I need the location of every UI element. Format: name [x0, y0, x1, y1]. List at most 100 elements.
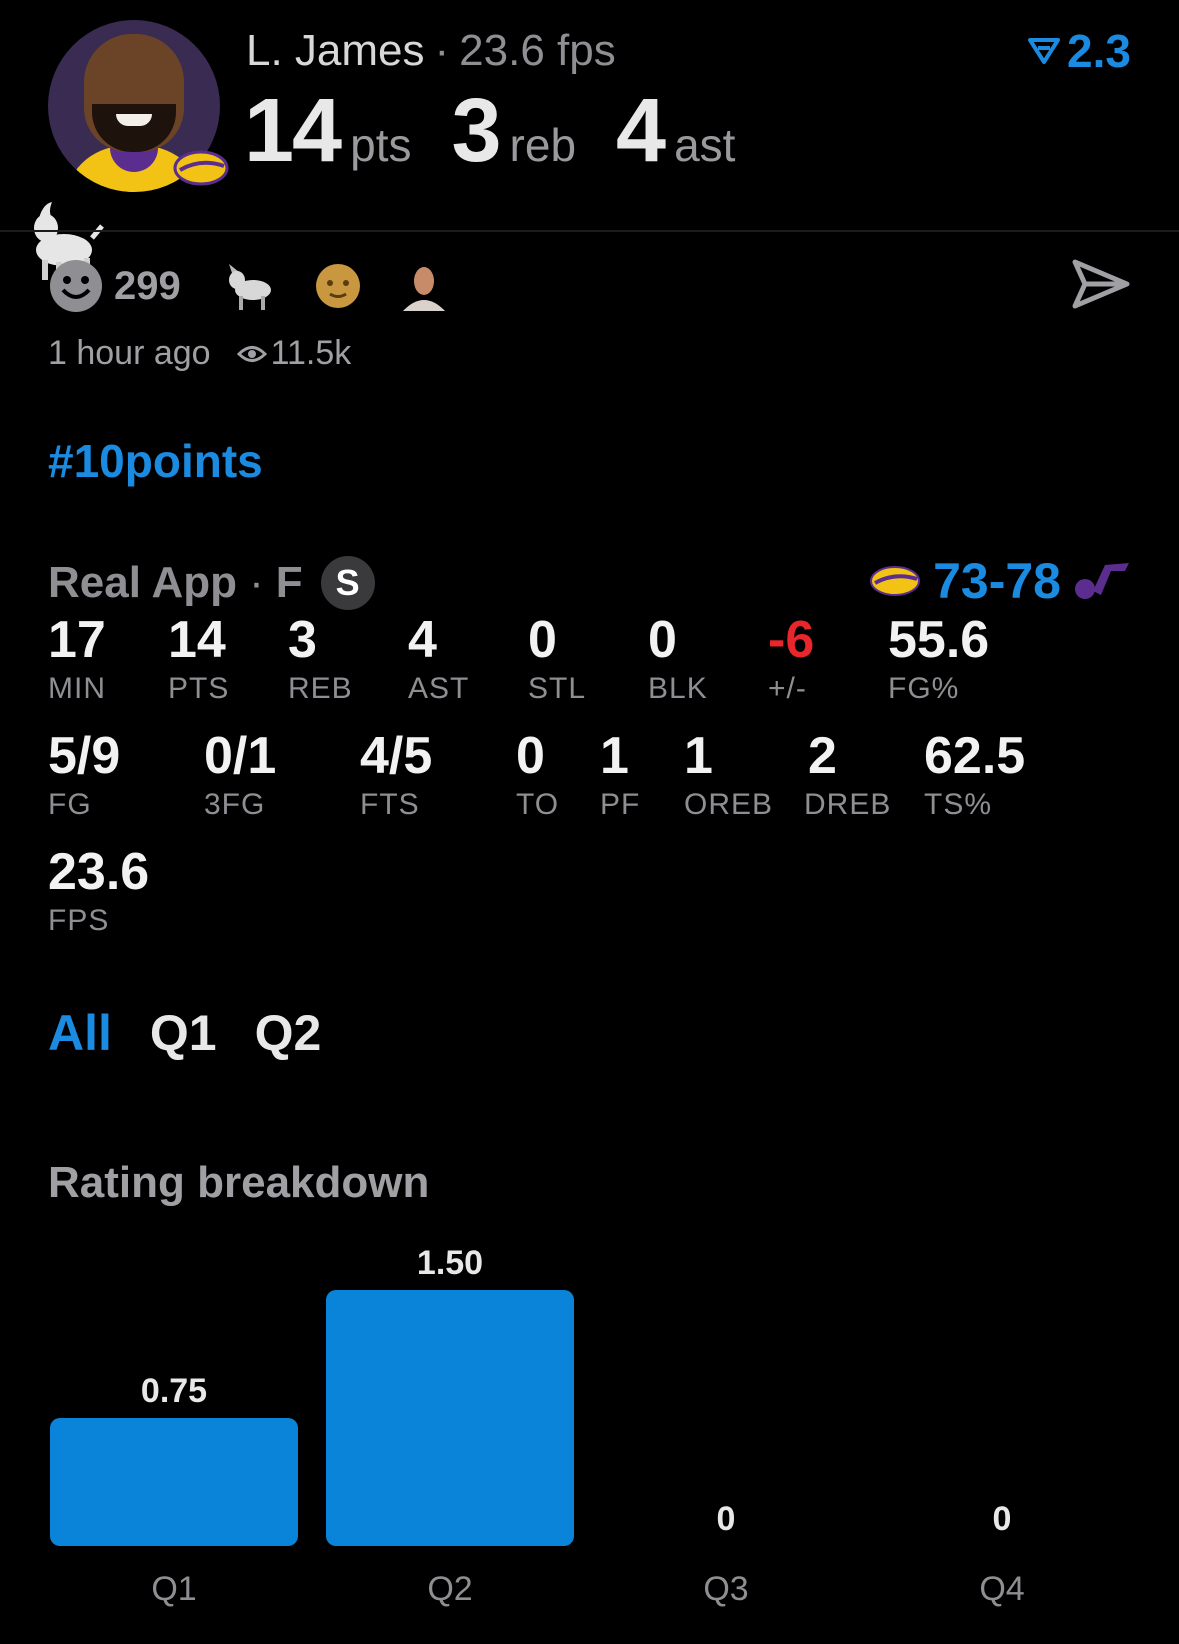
score-text: 73-78: [933, 553, 1061, 609]
stat-value: 0: [516, 727, 545, 785]
bar-q2[interactable]: [326, 1290, 574, 1546]
stat-value: 5/9: [48, 727, 121, 785]
stat-value: 0: [648, 611, 677, 669]
stat-value: 17: [48, 611, 106, 669]
stat-label: STL: [528, 672, 587, 705]
stat-label: BLK: [648, 672, 708, 705]
game-score[interactable]: 73-78: [867, 552, 1131, 610]
category-label: Q4: [979, 1570, 1024, 1608]
stat-pf: 1 PF: [600, 730, 640, 822]
stat-ast: 4 AST: [408, 614, 469, 706]
starter-badge: S: [320, 556, 375, 610]
stat-label: TO: [516, 788, 560, 821]
stat-label: REB: [288, 672, 353, 705]
assists-unit: ast: [674, 119, 736, 171]
rating-indicator[interactable]: 2.3: [1027, 24, 1131, 78]
period-tabs: All Q1 Q2: [48, 1004, 321, 1062]
jazz-logo-icon: [1075, 563, 1129, 599]
goat-emoji-icon[interactable]: [221, 258, 277, 314]
player-position: F: [275, 558, 303, 607]
bar-q1[interactable]: [50, 1418, 298, 1546]
stat-value: -6: [768, 611, 815, 669]
bar-value-label: 0: [717, 1500, 736, 1538]
stat-value: 4: [408, 611, 437, 669]
stat-value: 0: [528, 611, 557, 669]
person-photo-icon[interactable]: [398, 261, 449, 311]
header-divider: [0, 230, 1179, 232]
post-meta: 1 hour ago 11.5k: [48, 334, 351, 373]
stat-fg: 5/9 FG: [48, 730, 120, 822]
stat-label: FTS: [360, 788, 420, 821]
stat-plus-minus: -6 +/-: [768, 614, 814, 706]
stat-value: 23.6: [48, 843, 150, 901]
eye-icon: [236, 345, 267, 362]
rebounds-unit: reb: [509, 119, 577, 171]
filter-triangle-icon: [1028, 38, 1061, 64]
old-man-emoji-icon[interactable]: [313, 261, 363, 311]
fps-summary: 23.6 fps: [459, 26, 616, 75]
stat-label: FG: [48, 788, 92, 821]
stat-value: 2: [808, 727, 837, 785]
stat-label: DREB: [804, 788, 892, 821]
bar-value-label: 0: [993, 1500, 1012, 1538]
stat-reb: 3 REB: [288, 614, 353, 706]
game-source-row: Real App · F S: [48, 556, 375, 610]
lakers-logo-icon: [870, 566, 921, 596]
points-value: 14: [244, 81, 342, 181]
stat-dreb: 2 DREB: [804, 730, 891, 822]
stat-value: 55.6: [888, 611, 990, 669]
points-unit: pts: [350, 119, 412, 171]
view-count: 11.5k: [270, 334, 352, 372]
tab-q1[interactable]: Q1: [150, 1004, 217, 1062]
source-name: Real App: [48, 558, 238, 607]
stat-min: 17 MIN: [48, 614, 106, 706]
stat-value: 1: [600, 727, 629, 785]
stat-to: 0 TO: [516, 730, 559, 822]
stat-fts: 4/5 FTS: [360, 730, 432, 822]
hashtag-link[interactable]: #10points: [48, 434, 263, 488]
stat-label: TS%: [924, 788, 993, 821]
stat-pts: 14 PTS: [168, 614, 229, 706]
rating-value: 2.3: [1067, 25, 1131, 77]
stat-blk: 0 BLK: [648, 614, 708, 706]
time-ago: 1 hour ago: [48, 334, 211, 372]
send-share-icon[interactable]: [1071, 258, 1131, 310]
player-name[interactable]: L. James: [246, 26, 425, 75]
team-logo-icon: [173, 150, 229, 186]
stat-stl: 0 STL: [528, 614, 586, 706]
stat-label: 3FG: [204, 788, 266, 821]
rating-breakdown-title: Rating breakdown: [48, 1158, 430, 1207]
stat-label: MIN: [48, 672, 106, 705]
rating-breakdown-chart: 0.75 Q1 1.50 Q2 0 Q3 0 Q4: [50, 1244, 1025, 1608]
tab-q2[interactable]: Q2: [255, 1004, 322, 1062]
stat-value: 62.5: [924, 727, 1026, 785]
headline-statline: 14 pts 3 reb 4 ast: [244, 80, 775, 183]
stat-value: 4/5: [360, 727, 433, 785]
reaction-count: 299: [114, 263, 181, 308]
bar-value-label: 1.50: [417, 1244, 483, 1282]
tab-all[interactable]: All: [48, 1004, 112, 1062]
stat-label: FG%: [888, 672, 960, 705]
stat-ts-pct: 62.5 TS%: [924, 730, 1025, 822]
stat-label: OREB: [684, 788, 774, 821]
category-label: Q1: [151, 1570, 196, 1608]
category-label: Q3: [703, 1570, 748, 1608]
stat-value: 1: [684, 727, 713, 785]
stat-fps: 23.6 FPS: [48, 846, 149, 938]
stat-label: FPS: [48, 904, 110, 937]
stat-oreb: 1 OREB: [684, 730, 773, 822]
stat-3fg: 0/1 3FG: [204, 730, 276, 822]
player-name-line[interactable]: L. James · 23.6 fps: [246, 26, 616, 76]
stat-fg-pct: 55.6 FG%: [888, 614, 989, 706]
stat-value: 14: [168, 611, 226, 669]
stat-value: 3: [288, 611, 317, 669]
smiley-react-icon[interactable]: [48, 258, 104, 314]
assists-value: 4: [616, 81, 666, 181]
category-label: Q2: [427, 1570, 472, 1608]
rebounds-value: 3: [451, 81, 501, 181]
separator-dot: ·: [249, 558, 264, 607]
stat-value: 0/1: [204, 727, 277, 785]
stat-label: PF: [600, 788, 641, 821]
stat-label: AST: [408, 672, 470, 705]
reaction-row: 299: [48, 258, 485, 314]
